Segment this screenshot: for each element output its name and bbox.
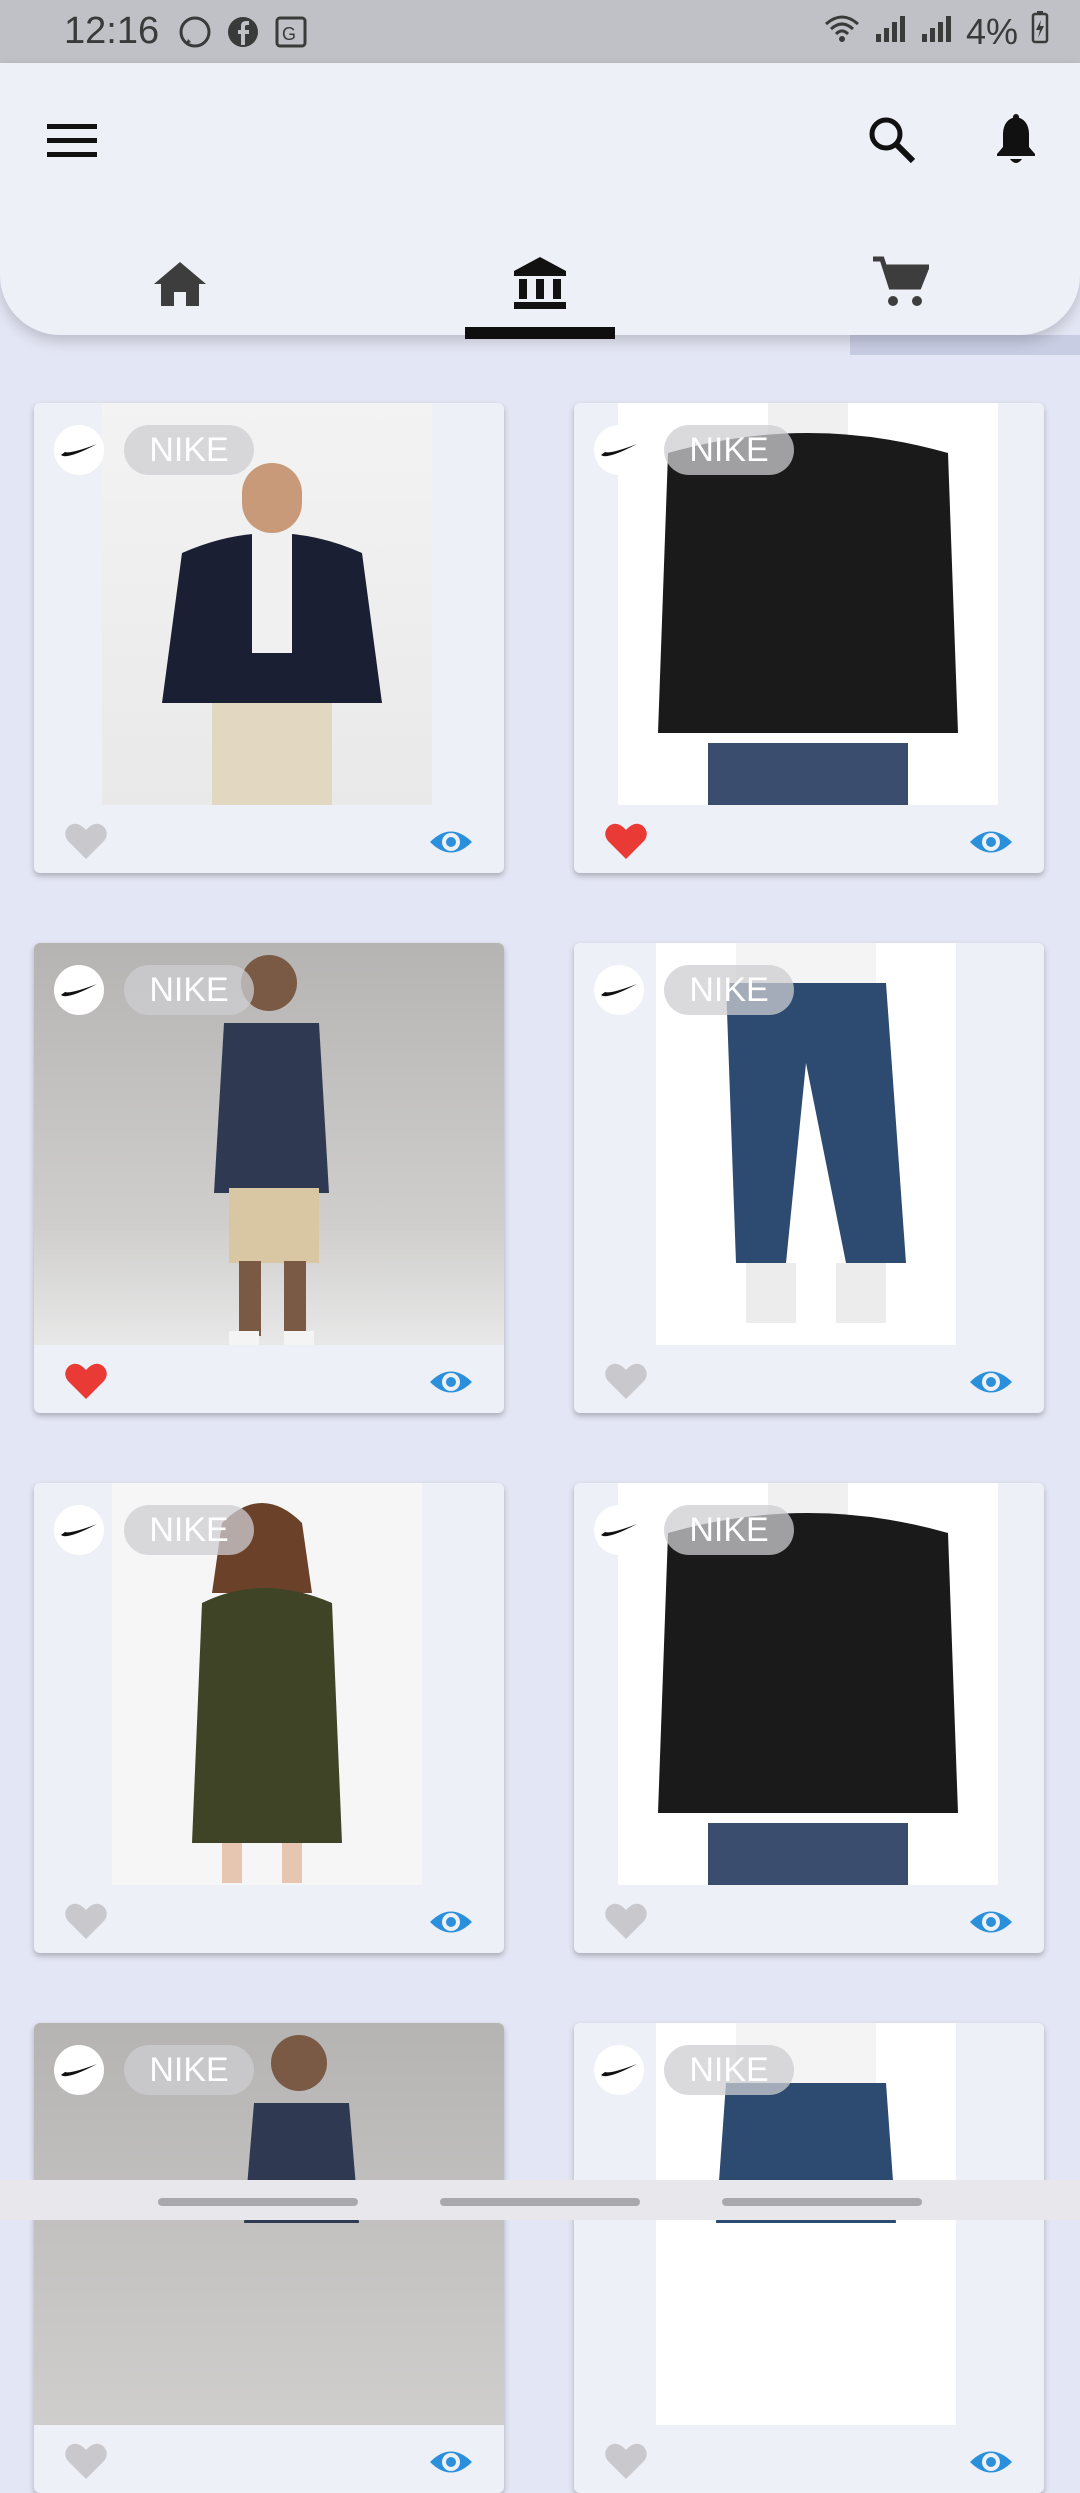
eye-icon	[430, 2451, 472, 2473]
heart-icon	[605, 2443, 647, 2479]
bank-icon	[514, 257, 566, 309]
app-bar	[0, 63, 1080, 339]
translate-icon: G	[274, 15, 308, 49]
status-time: 12:16	[64, 10, 160, 52]
status-bar: 12:16 G 4%	[0, 0, 1080, 63]
battery-percent: 4%	[965, 10, 1018, 52]
view-button[interactable]	[968, 1907, 1014, 1937]
nav-pill	[722, 2198, 922, 2206]
cart-icon	[873, 256, 929, 306]
tab-bank[interactable]	[465, 233, 615, 339]
notification-icons: G	[178, 15, 308, 49]
eye-icon	[970, 831, 1012, 853]
home-icon	[154, 262, 206, 306]
brand-logo	[594, 2045, 644, 2095]
product-photo	[244, 2035, 359, 2223]
view-button[interactable]	[968, 827, 1014, 857]
product-card[interactable]: NIKE	[574, 943, 1044, 1413]
view-button[interactable]	[428, 2447, 474, 2477]
heart-icon	[65, 823, 107, 859]
eye-icon	[430, 1371, 472, 1393]
view-button[interactable]	[968, 1367, 1014, 1397]
view-button[interactable]	[428, 1907, 474, 1937]
product-card[interactable]: NIKE	[574, 1483, 1044, 1953]
view-button[interactable]	[968, 2447, 1014, 2477]
nike-swoosh-icon	[601, 2064, 637, 2077]
nike-swoosh-icon	[61, 984, 97, 997]
brand-logo	[594, 965, 644, 1015]
bell-icon	[997, 114, 1035, 163]
heart-icon	[605, 1903, 647, 1939]
battery-icon	[1030, 10, 1050, 53]
nav-pill	[158, 2198, 358, 2206]
eye-icon	[970, 1911, 1012, 1933]
signal-icon-2	[920, 11, 954, 53]
product-image[interactable]	[34, 2023, 504, 2425]
notifications-button[interactable]	[984, 108, 1048, 172]
menu-button[interactable]	[40, 108, 104, 172]
brand-logo	[54, 425, 104, 475]
nike-swoosh-icon	[61, 1524, 97, 1537]
heart-icon	[65, 1363, 107, 1399]
product-card[interactable]: NIKE	[34, 1483, 504, 1953]
system-nav-bar	[0, 2180, 1080, 2220]
eye-icon	[430, 831, 472, 853]
eye-icon	[970, 2451, 1012, 2473]
brand-name: NIKE	[664, 2045, 794, 2095]
favorite-button[interactable]	[64, 821, 108, 861]
nike-swoosh-icon	[61, 444, 97, 457]
nike-swoosh-icon	[601, 1524, 637, 1537]
product-card[interactable]: NIKE	[574, 2023, 1044, 2493]
brand-name: NIKE	[664, 965, 794, 1015]
brand-name: NIKE	[124, 2045, 254, 2095]
heart-icon	[65, 1903, 107, 1939]
nike-swoosh-icon	[601, 444, 637, 457]
favorite-button[interactable]	[64, 1901, 108, 1941]
brand-name: NIKE	[664, 1505, 794, 1555]
product-photo	[214, 955, 329, 1345]
wifi-icon	[822, 11, 862, 53]
heart-icon	[605, 823, 647, 859]
product-card[interactable]: NIKE	[574, 403, 1044, 873]
brand-logo	[594, 1505, 644, 1555]
whatsapp-icon	[178, 15, 212, 49]
favorite-button[interactable]	[604, 2441, 648, 2481]
product-card[interactable]: NIKE	[34, 2023, 504, 2493]
product-image[interactable]	[34, 943, 504, 1345]
heart-icon	[605, 1363, 647, 1399]
signal-icon	[874, 11, 908, 53]
nike-swoosh-icon	[601, 984, 637, 997]
favorite-button[interactable]	[604, 1361, 648, 1401]
svg-text:G: G	[282, 24, 296, 44]
favorite-button[interactable]	[604, 1901, 648, 1941]
brand-logo	[594, 425, 644, 475]
brand-name: NIKE	[124, 425, 254, 475]
app-bar-shadow	[850, 335, 1080, 355]
eye-icon	[970, 1371, 1012, 1393]
product-card[interactable]: NIKE	[34, 403, 504, 873]
search-button[interactable]	[860, 108, 924, 172]
favorite-button[interactable]	[64, 2441, 108, 2481]
hamburger-menu-icon	[47, 124, 97, 157]
view-button[interactable]	[428, 1367, 474, 1397]
search-icon	[869, 117, 916, 164]
brand-logo	[54, 2045, 104, 2095]
product-card[interactable]: NIKE	[34, 943, 504, 1413]
brand-logo	[54, 1505, 104, 1555]
nike-swoosh-icon	[61, 2064, 97, 2077]
brand-name: NIKE	[124, 1505, 254, 1555]
nav-pill	[440, 2198, 640, 2206]
brand-name: NIKE	[124, 965, 254, 1015]
favorite-button[interactable]	[64, 1361, 108, 1401]
brand-logo	[54, 965, 104, 1015]
heart-icon	[65, 2443, 107, 2479]
view-button[interactable]	[428, 827, 474, 857]
eye-icon	[430, 1911, 472, 1933]
facebook-icon	[226, 15, 260, 49]
brand-name: NIKE	[664, 425, 794, 475]
status-right: 4%	[822, 10, 1050, 53]
favorite-button[interactable]	[604, 821, 648, 861]
tab-home[interactable]	[105, 233, 255, 333]
tab-cart[interactable]	[825, 233, 975, 333]
